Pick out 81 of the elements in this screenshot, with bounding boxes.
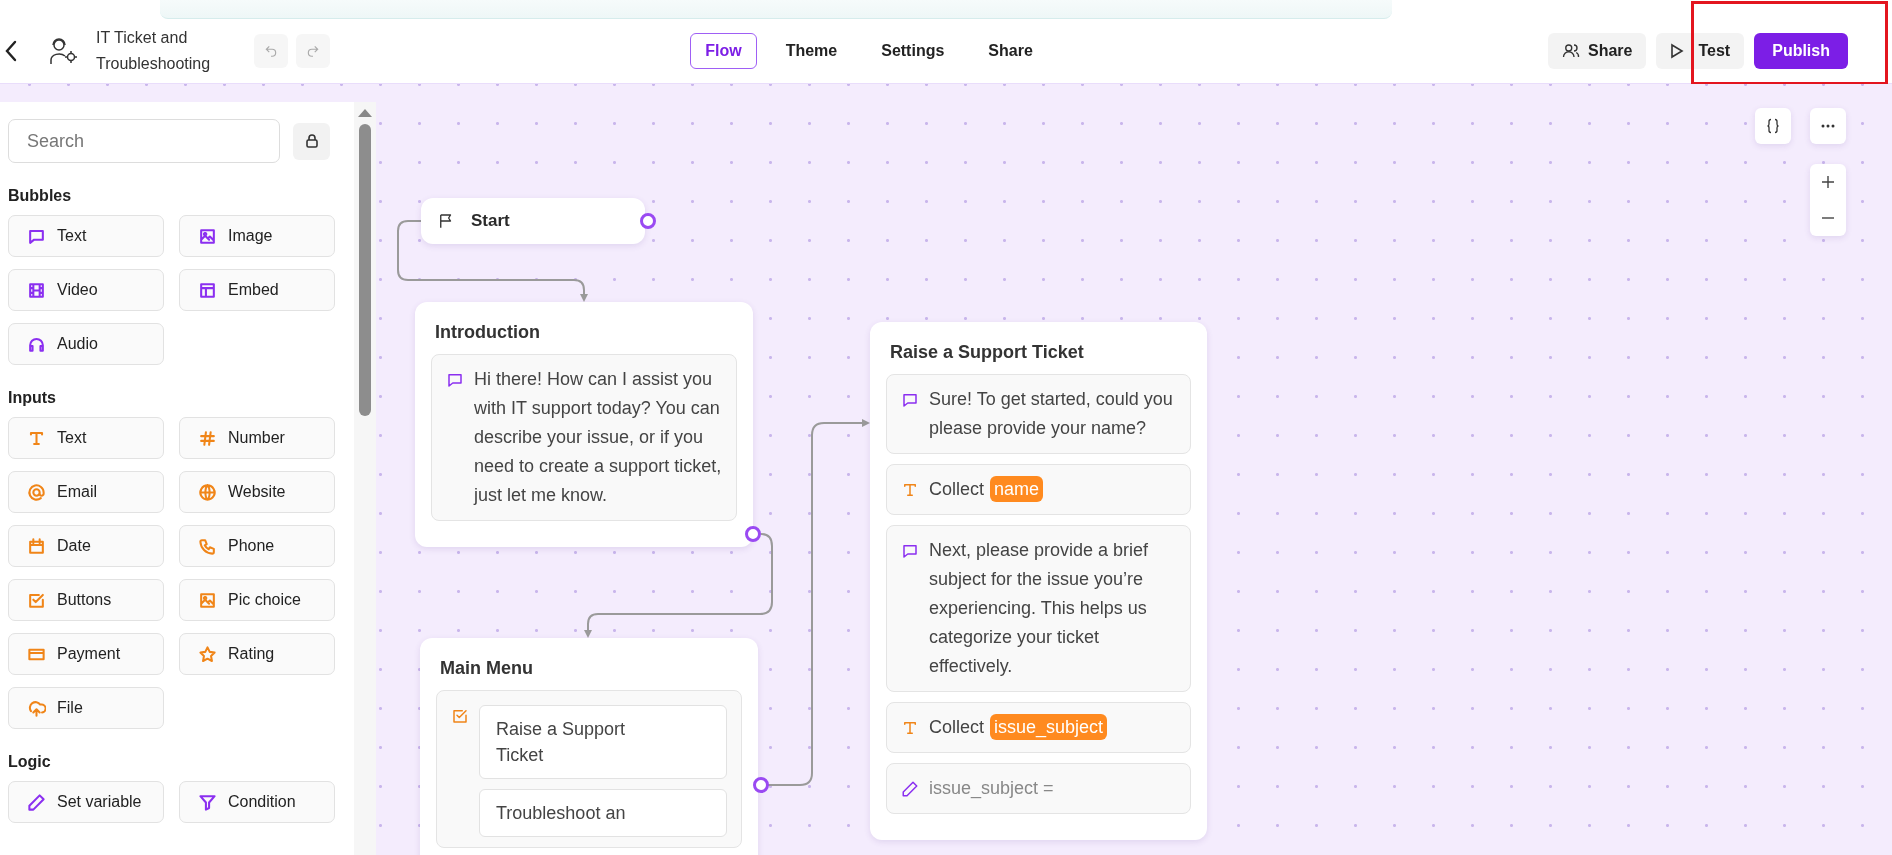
search-field[interactable]: Search (8, 119, 281, 163)
section-heading: Inputs (8, 389, 57, 407)
variable-tag: issue_subject (990, 714, 1108, 740)
checkbox-icon (451, 707, 469, 725)
flow-node[interactable]: Start (421, 198, 645, 244)
block-item[interactable]: Text (8, 417, 164, 459)
variables-button[interactable] (1755, 108, 1791, 144)
node-title: Raise a Support Ticket (890, 341, 1085, 364)
flow-node[interactable]: Main Menu Raise a Support Ticket Troubleshoot an (420, 638, 758, 855)
support-agent-icon (48, 36, 78, 66)
message-text: Sure! To get started, could you please provide your name? (929, 388, 1174, 440)
block-item[interactable]: Pic choice (179, 579, 335, 621)
assignment-text: issue_subject = (929, 777, 1054, 801)
message-text: Hi there! How can I assist you with IT support today? You can describe your issue, or if you need to create a support ticket, just let me know. (474, 368, 722, 507)
flow-block[interactable]: Sure! To get started, could you please provide your name? (886, 374, 1191, 454)
message-text: Next, please provide a brief subject for the issue you’re experiencing. This helps us categorize your ticket effectively. (929, 539, 1150, 678)
block-item[interactable]: Rating (179, 633, 335, 675)
flow-block[interactable]: Raise a Support Ticket Troubleshoot an (436, 690, 742, 848)
block-label: Collect (929, 478, 985, 501)
choice-option[interactable]: Raise a Support Ticket (479, 705, 727, 779)
publish-button[interactable]: Publish (1754, 33, 1848, 69)
block-item[interactable]: Audio (8, 323, 164, 365)
block-item[interactable]: Condition (179, 781, 335, 823)
section-heading: Bubbles (8, 187, 73, 205)
nav-tab[interactable]: Theme (770, 33, 853, 69)
chevron-left-icon (4, 40, 18, 62)
node-title: Start (471, 211, 510, 231)
variable-tag: name (990, 476, 1044, 502)
block-item[interactable]: Website (179, 471, 335, 513)
block-item[interactable]: Payment (8, 633, 164, 675)
node-title: Introduction (435, 321, 541, 344)
pen-icon (901, 780, 919, 798)
play-icon (1670, 43, 1685, 59)
minus-icon (1822, 217, 1834, 219)
chat-bubble-icon (901, 391, 919, 409)
block-item[interactable]: Embed (179, 269, 335, 311)
block-item[interactable]: Buttons (8, 579, 164, 621)
flow-node[interactable] (870, 322, 1207, 840)
project-title: IT Ticket and Troubleshooting (96, 28, 212, 74)
lock-button[interactable] (293, 122, 330, 160)
plus-icon (1822, 176, 1834, 188)
block-item[interactable]: File (8, 687, 164, 729)
block-item[interactable]: Text (8, 215, 164, 257)
block-item[interactable]: Email (8, 471, 164, 513)
port-handle[interactable] (640, 213, 656, 229)
block-item[interactable]: Number (179, 417, 335, 459)
block-item[interactable]: Date (8, 525, 164, 567)
text-icon (901, 719, 919, 737)
flow-block[interactable]: Collect name (886, 464, 1191, 515)
braces-icon (1766, 118, 1780, 134)
block-item[interactable]: Image (179, 215, 335, 257)
block-label: Collect (929, 716, 985, 739)
scrollbar[interactable] (354, 102, 376, 855)
flow-block[interactable]: issue_subject = (886, 763, 1191, 814)
block-item[interactable]: Phone (179, 525, 335, 567)
port-handle[interactable] (745, 526, 761, 542)
port-handle[interactable] (753, 777, 769, 793)
scroll-thumb[interactable] (359, 124, 371, 416)
nav-tab[interactable]: Flow (690, 33, 757, 69)
node-title: Main Menu (440, 657, 534, 680)
chat-bubble-icon (901, 542, 919, 560)
redo-icon (306, 44, 320, 58)
nav-tab[interactable]: Settings (866, 33, 960, 69)
text-icon (901, 481, 919, 499)
users-icon (1562, 42, 1580, 60)
test-button[interactable]: Test (1656, 33, 1745, 69)
more-icon (1821, 124, 1835, 128)
flow-node[interactable]: Introduction Hi there! How can I assist you with IT support today? You can describe your issue, or if you need to create a support ticket, just let me know. (415, 302, 753, 547)
flow-block[interactable]: Collect issue_subject (886, 702, 1191, 753)
share-button[interactable]: Share (1548, 33, 1647, 69)
undo-icon (264, 44, 278, 58)
block-item[interactable]: Video (8, 269, 164, 311)
section-heading: Logic (8, 753, 52, 771)
flow-block[interactable]: Hi there! How can I assist you with IT support today? You can describe your issue, or if you need to create a support ticket, just let me know. (431, 354, 737, 521)
nav-tab[interactable]: Share (973, 33, 1048, 69)
lock-icon (304, 133, 319, 149)
block-item[interactable]: Set variable (8, 781, 164, 823)
flow-block[interactable]: Next, please provide a brief subject for the issue you’re experiencing. This helps us categorize your ticket effectively. (886, 525, 1191, 692)
chat-bubble-icon (446, 371, 464, 389)
choice-option[interactable]: Troubleshoot an (479, 789, 727, 837)
scroll-up-arrow-icon[interactable] (357, 108, 373, 118)
